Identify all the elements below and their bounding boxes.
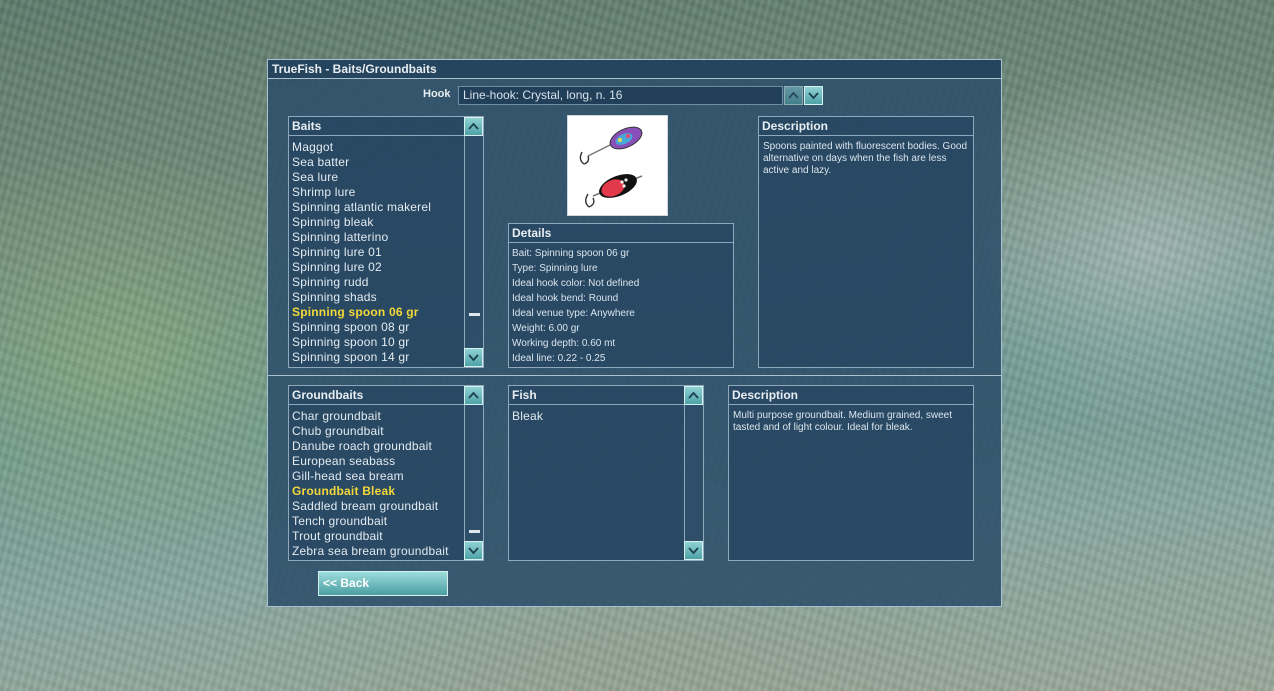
chevron-down-icon [468,354,479,362]
chevron-down-icon [688,547,699,555]
fish-scroll-up-button[interactable] [684,386,703,405]
groundbaits-scroll-thumb[interactable] [469,530,480,534]
groundbait-list-item[interactable]: Trout groundbait [292,529,449,544]
baits-scroll-down-button[interactable] [464,348,483,367]
groundbait-description-title: Description [729,386,973,405]
chevron-up-icon [788,91,799,99]
groundbaits-list: Char groundbait Chub groundbait Danube roa… [292,409,449,559]
fish-title: Fish [509,386,703,405]
detail-line: Ideal line: 0.22 - 0.25 [512,353,606,364]
bait-description-panel: Description Spoons painted with fluoresc… [758,116,974,368]
chevron-up-icon [688,391,699,399]
groundbait-list-item[interactable]: Tench groundbait [292,514,449,529]
fish-list: Bleak [512,409,543,424]
bait-description-title: Description [759,117,973,136]
groundbait-list-item[interactable]: Groundbait Bleak [292,484,449,499]
hook-prev-button[interactable] [784,86,803,105]
groundbait-description-panel: Description Multi purpose groundbait. Me… [728,385,974,561]
baits-scroll-up-button[interactable] [464,117,483,136]
bait-list-item[interactable]: Spinning spoon 06 gr [292,305,431,320]
window-title: TrueFish - Baits/Groundbaits [268,60,1001,79]
groundbaits-scroll-up-button[interactable] [464,386,483,405]
fish-list-item[interactable]: Bleak [512,409,543,424]
fish-scroll-down-button[interactable] [684,541,703,560]
bait-list-item[interactable]: Spinning latterino [292,230,431,245]
fish-scrollbar[interactable] [684,386,703,560]
chevron-up-icon [468,122,479,130]
hook-next-button[interactable] [804,86,823,105]
details-list: Bait: Spinning spoon 06 gr Type: Spinning… [512,246,639,366]
back-button[interactable]: << Back [318,571,448,596]
bait-list-item[interactable]: Spinning lure 02 [292,260,431,275]
bait-list-item[interactable]: Shrimp lure [292,185,431,200]
groundbaits-title: Groundbaits [289,386,483,405]
detail-line: Working depth: 0.60 mt [512,338,616,349]
groundbaits-scroll-down-button[interactable] [464,541,483,560]
detail-line: Type: Spinning lure [512,263,598,274]
bait-list-item[interactable]: Spinning spoon 08 gr [292,320,431,335]
chevron-down-icon [468,547,479,555]
section-divider [268,375,1001,376]
fish-panel: Fish Bleak [508,385,704,561]
groundbaits-panel: Groundbaits Char groundbait Chub groundba… [288,385,484,561]
bait-list-item[interactable]: Sea lure [292,170,431,185]
groundbaits-scrollbar[interactable] [464,386,483,560]
groundbait-description-text: Multi purpose groundbait. Medium grained… [733,410,953,433]
chevron-up-icon [468,391,479,399]
groundbait-list-item[interactable]: Saddled bream groundbait [292,499,449,514]
detail-line: Weight: 6.00 gr [512,323,580,334]
groundbait-list-item[interactable]: Zebra sea bream groundbait [292,544,449,559]
bait-list-item[interactable]: Spinning bleak [292,215,431,230]
bait-description-text: Spoons painted with fluorescent bodies. … [763,141,968,176]
baits-panel: Baits Maggot Sea batter Sea lure Shrimp lur… [288,116,484,368]
details-title: Details [509,224,733,243]
bait-list-item[interactable]: Spinning lure 01 [292,245,431,260]
hook-label: Hook [423,88,451,100]
groundbait-list-item[interactable]: Gill-head sea bream [292,469,449,484]
spinning-spoon-image [579,126,643,208]
bait-list-item[interactable]: Maggot [292,140,431,155]
groundbait-list-item[interactable]: Chub groundbait [292,424,449,439]
baits-scroll-thumb[interactable] [469,312,480,316]
detail-line: Ideal hook bend: Round [512,293,619,304]
detail-line: Ideal venue type: Anywhere [512,308,635,319]
bait-image [567,115,668,216]
detail-line: Bait: Spinning spoon 06 gr [512,248,630,259]
baits-list: Maggot Sea batter Sea lure Shrimp lure Spinn… [292,140,431,365]
groundbait-list-item[interactable]: Char groundbait [292,409,449,424]
bait-list-item[interactable]: Spinning rudd [292,275,431,290]
groundbait-list-item[interactable]: Danube roach groundbait [292,439,449,454]
bait-list-item[interactable]: Spinning shads [292,290,431,305]
bait-list-item[interactable]: Sea batter [292,155,431,170]
detail-line: Ideal hook color: Not defined [512,278,640,289]
bait-list-item[interactable]: Spinning spoon 10 gr [292,335,431,350]
chevron-down-icon [808,92,819,100]
baits-scrollbar[interactable] [464,117,483,367]
baits-title: Baits [289,117,483,136]
bait-list-item[interactable]: Spinning spoon 14 gr [292,350,431,365]
groundbait-list-item[interactable]: European seabass [292,454,449,469]
details-panel: Details Bait: Spinning spoon 06 gr Type: … [508,223,734,368]
baits-window: TrueFish - Baits/Groundbaits Hook Line-h… [267,59,1002,607]
hook-select[interactable]: Line-hook: Crystal, long, n. 16 [458,86,783,105]
bait-list-item[interactable]: Spinning atlantic makerel [292,200,431,215]
